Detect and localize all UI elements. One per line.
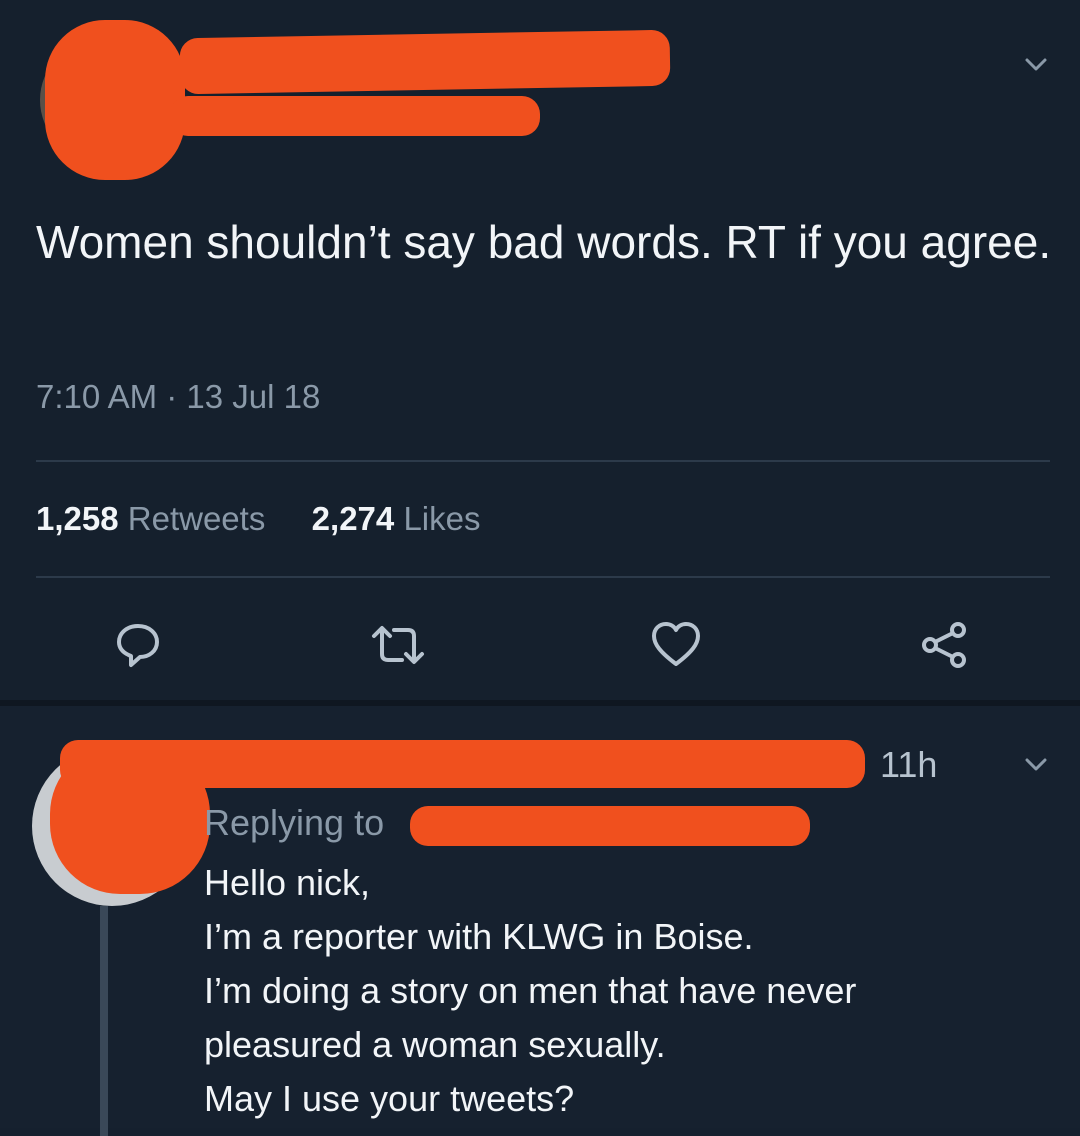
reply-line: I’m a reporter with KLWG in Boise. bbox=[204, 916, 754, 957]
redaction-scribble bbox=[179, 29, 671, 95]
share-icon bbox=[922, 622, 966, 668]
reply-icon bbox=[117, 624, 159, 667]
redaction-scribble bbox=[45, 20, 185, 180]
retweet-icon bbox=[372, 626, 424, 664]
reply-button[interactable] bbox=[108, 615, 168, 675]
share-button[interactable] bbox=[914, 615, 974, 675]
likes-label[interactable]: Likes bbox=[403, 500, 480, 537]
reply-tweet: 11h Replying to Hello nick, I’m a report… bbox=[0, 706, 1080, 1136]
tweet-date: 13 Jul 18 bbox=[186, 378, 321, 415]
replying-to-label: Replying to bbox=[204, 802, 385, 843]
thread-line bbox=[100, 906, 108, 1136]
reply-line: Hello nick, bbox=[204, 862, 371, 903]
timestamp-separator: · bbox=[157, 378, 187, 415]
retweets-label[interactable]: Retweets bbox=[128, 500, 266, 537]
reply-line: pleasured a woman sexually. bbox=[204, 1024, 666, 1065]
redaction-scribble bbox=[60, 740, 865, 788]
chevron-down-icon[interactable] bbox=[1024, 52, 1048, 76]
reply-timestamp: 11h bbox=[880, 744, 938, 785]
tweet-timestamp: 7:10 AM · 13 Jul 18 bbox=[36, 378, 320, 416]
divider bbox=[36, 460, 1050, 462]
main-tweet: Women shouldn’t say bad words. RT if you… bbox=[0, 0, 1080, 700]
retweet-count[interactable]: 1,258 bbox=[36, 500, 119, 537]
reply-line: I’m doing a story on men that have never bbox=[204, 970, 857, 1011]
divider bbox=[36, 576, 1050, 578]
retweet-button[interactable] bbox=[368, 615, 428, 675]
tweet-time: 7:10 AM bbox=[36, 378, 158, 415]
like-count[interactable]: 2,274 bbox=[312, 500, 395, 537]
reply-line: May I use your tweets? bbox=[204, 1078, 575, 1119]
redaction-scribble bbox=[410, 806, 810, 846]
reply-text: Hello nick, I’m a reporter with KLWG in … bbox=[204, 856, 856, 1126]
chevron-down-icon[interactable] bbox=[1024, 752, 1048, 776]
like-button[interactable] bbox=[646, 615, 706, 675]
heart-icon bbox=[652, 622, 700, 666]
engagement-stats: 1,258 Retweets 2,274 Likes bbox=[36, 500, 480, 538]
tweet-text: Women shouldn’t say bad words. RT if you… bbox=[36, 216, 1052, 268]
redaction-scribble bbox=[170, 96, 540, 136]
